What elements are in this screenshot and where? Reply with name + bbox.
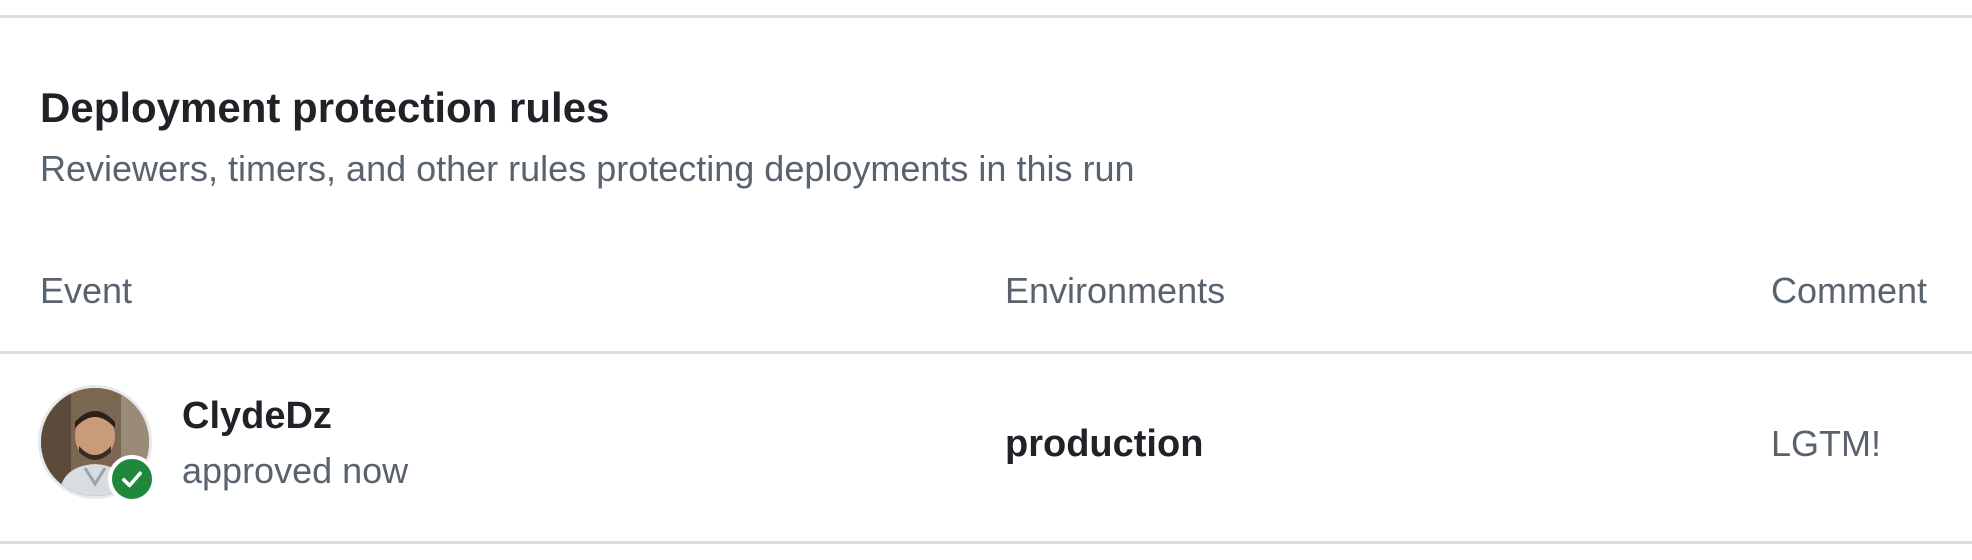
section-subtitle: Reviewers, timers, and other rules prote… (40, 148, 1135, 189)
reviewer-name[interactable]: ClydeDz (182, 392, 332, 440)
top-divider (0, 0, 1972, 18)
column-header-comment: Comment (1771, 270, 1928, 311)
approval-status: approved now (182, 450, 409, 491)
row-divider (0, 541, 1972, 544)
column-header-environments: Environments (1005, 270, 1226, 311)
header-divider (0, 351, 1972, 354)
environment-name: production (1005, 423, 1204, 465)
column-header-event: Event (40, 270, 133, 311)
section-title: Deployment protection rules (40, 84, 610, 131)
check-circle-icon (108, 455, 156, 503)
review-comment: LGTM! (1771, 423, 1882, 464)
